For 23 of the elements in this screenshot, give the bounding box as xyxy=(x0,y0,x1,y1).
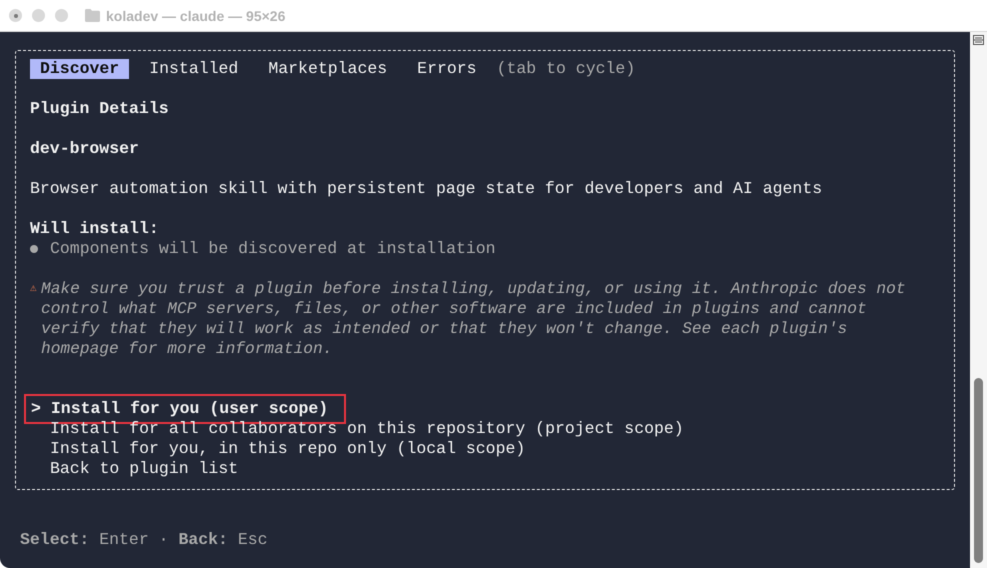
will-install-label: Will install: xyxy=(30,219,159,239)
warning-text: Make sure you trust a plugin before installing, updating, or using it. Anthropic does not control what MCP servers, files, or other software are included in plugins and cannot verify that they will work as intended or that they won't change. See each plugin's homepage for more information. xyxy=(41,279,906,359)
install-item: Components will be discovered at installation xyxy=(50,239,496,259)
install-option[interactable]: Install for you, in this repo only (local scope) xyxy=(30,439,526,459)
tab[interactable]: Discover xyxy=(30,59,130,79)
tab[interactable]: Errors xyxy=(407,59,487,79)
plugin-name: dev-browser xyxy=(30,139,139,159)
folder-icon xyxy=(85,9,100,22)
tab[interactable]: Installed xyxy=(139,59,248,79)
key-hints: Select: Enter · Back: Esc xyxy=(20,530,268,550)
tab-hint: (tab to cycle) xyxy=(496,59,636,79)
zoom-button[interactable] xyxy=(55,9,68,22)
minimize-button[interactable] xyxy=(32,9,45,22)
section-heading: Plugin Details xyxy=(30,99,169,119)
plugin-description: Browser automation skill with persistent page state for developers and AI agents xyxy=(30,179,822,199)
scrollbar-thumb[interactable] xyxy=(974,378,983,563)
install-option[interactable]: Back to plugin list xyxy=(30,459,238,479)
bullet-icon xyxy=(30,245,38,253)
window-title: koladev — claude — 95×26 xyxy=(106,8,286,24)
tab[interactable]: Marketplaces xyxy=(258,59,398,79)
warning-icon: ⚠ xyxy=(30,279,41,299)
split-pane-icon[interactable] xyxy=(973,35,984,45)
close-button[interactable] xyxy=(9,9,22,22)
